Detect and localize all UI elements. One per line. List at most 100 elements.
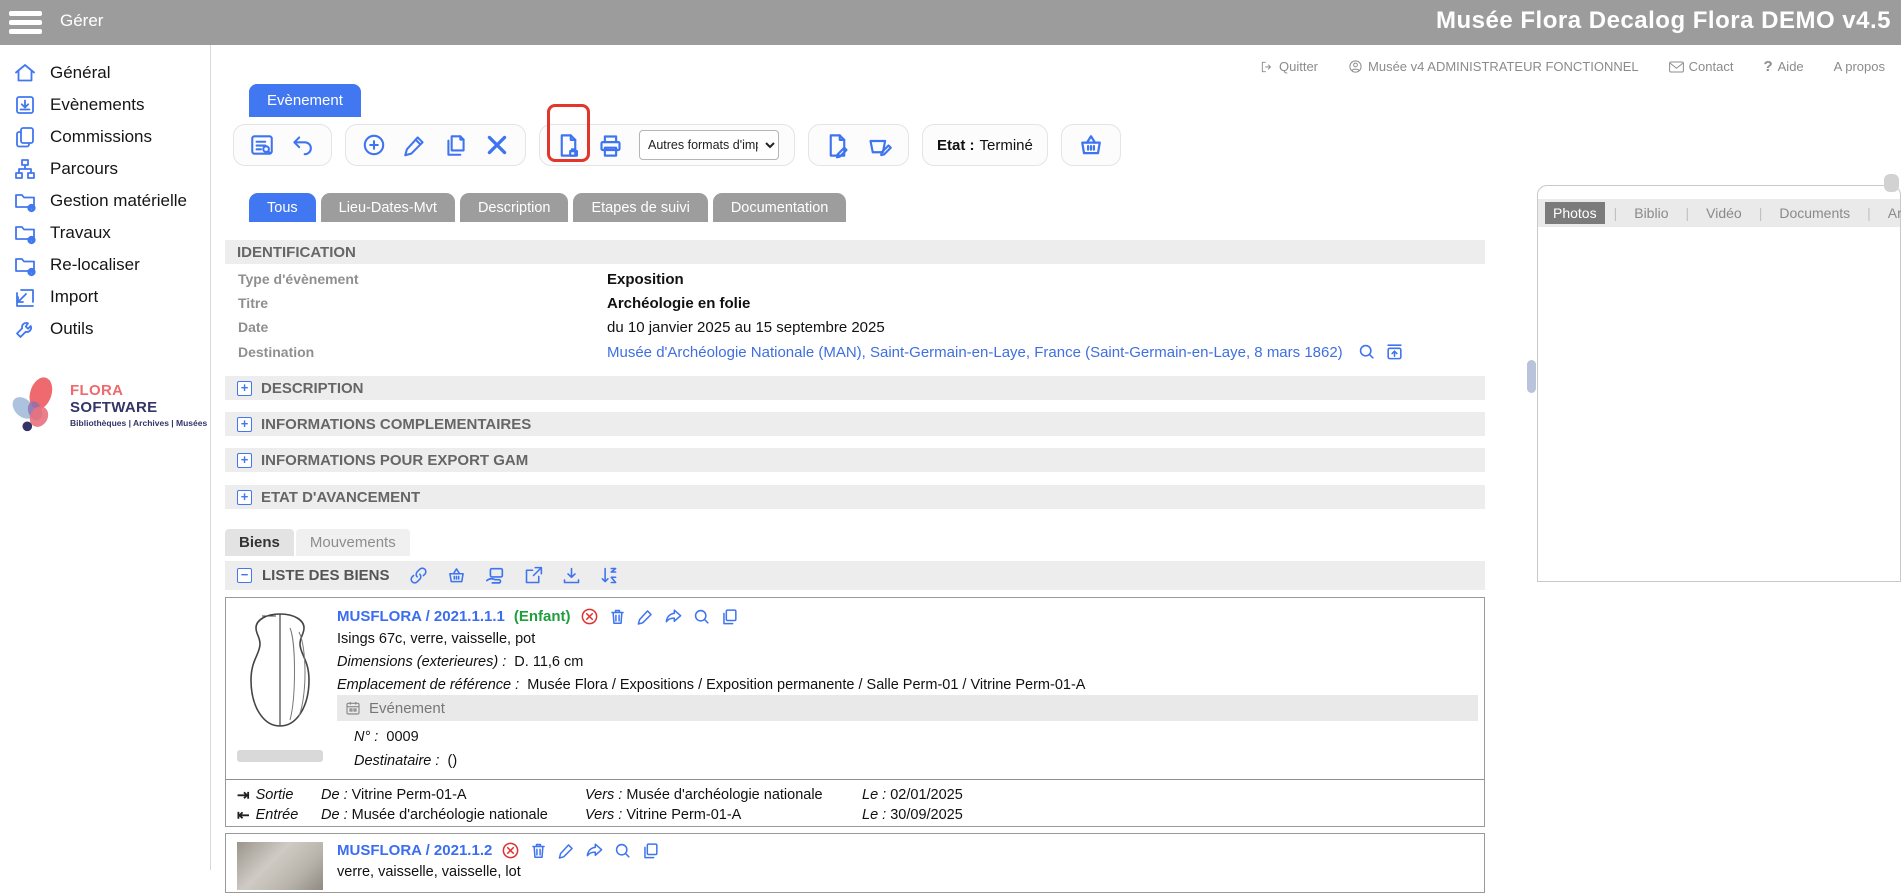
clipboard-icon	[13, 125, 37, 149]
media-panel: Photos | Biblio | Vidéo | Documents | Ar…	[1537, 185, 1901, 582]
sidebar-item-import[interactable]: Import	[0, 281, 210, 313]
folder-globe-icon	[13, 189, 37, 213]
search-icon[interactable]	[613, 841, 632, 860]
child-badge: (Enfant)	[514, 608, 571, 625]
sidebar-item-evenements[interactable]: Evènements	[0, 89, 210, 121]
about-link[interactable]: A propos	[1834, 59, 1885, 74]
add-circle-icon[interactable]	[361, 132, 387, 158]
edit-pencil-icon[interactable]	[557, 841, 576, 860]
document-annotate-icon[interactable]	[824, 132, 851, 159]
menu-icon[interactable]	[9, 11, 42, 34]
module-tab-evenement[interactable]: Evènement	[249, 84, 361, 117]
item-description: Isings 67c, verre, vaisselle, pot	[337, 631, 535, 647]
basket-icon[interactable]	[1077, 131, 1105, 159]
exit-icon	[1260, 60, 1274, 74]
expand-plus-icon[interactable]: +	[237, 453, 252, 468]
tab-etapes-de-suivi[interactable]: Etapes de suivi	[573, 193, 707, 222]
basket-edit-icon[interactable]	[866, 132, 893, 159]
item-thumbnail-pot[interactable]	[237, 606, 323, 745]
tab-video[interactable]: Vidéo	[1698, 202, 1750, 224]
import-icon	[13, 285, 37, 309]
movement-row-sortie: ⇥Sortie De : Vitrine Perm-01-A Vers : Mu…	[237, 785, 1477, 805]
destination-open-icon[interactable]	[1385, 342, 1404, 361]
scrollbar-thumb[interactable]	[1884, 174, 1899, 192]
item-description: verre, vaisselle, vaisselle, lot	[337, 864, 521, 880]
media-tabs: Photos | Biblio | Vidéo | Documents | Ar…	[1538, 199, 1900, 227]
hand-card-icon[interactable]	[484, 565, 506, 587]
remove-circle-icon[interactable]	[501, 841, 520, 860]
tab-description[interactable]: Description	[460, 193, 569, 222]
item-thumbnail-photo[interactable]	[237, 842, 323, 890]
tab-archives[interactable]: Archives	[1880, 202, 1901, 224]
share-arrow-icon[interactable]	[664, 607, 683, 626]
duplicate-icon[interactable]	[641, 841, 660, 860]
help-icon: ?	[1763, 58, 1772, 75]
tab-documents[interactable]: Documents	[1771, 202, 1858, 224]
sidebar-item-general[interactable]: Général	[0, 57, 210, 89]
wrench-icon	[13, 317, 37, 341]
tab-lieu-dates-mvt[interactable]: Lieu-Dates-Mvt	[321, 193, 455, 222]
expand-plus-icon[interactable]: +	[237, 490, 252, 505]
quit-link[interactable]: Quitter	[1260, 59, 1318, 74]
field-row-destination: Destination Musée d'Archéologie National…	[225, 340, 1485, 364]
expand-plus-icon[interactable]: +	[237, 381, 252, 396]
expand-plus-icon[interactable]: +	[237, 417, 252, 432]
sidebar-item-travaux[interactable]: Travaux	[0, 217, 210, 249]
etat-value: Terminé	[980, 137, 1033, 154]
external-link-icon[interactable]	[523, 565, 544, 586]
record-tabs: Tous Lieu-Dates-Mvt Description Etapes d…	[249, 193, 846, 222]
user-icon	[1348, 59, 1363, 74]
share-arrow-icon[interactable]	[585, 841, 604, 860]
download-icon[interactable]	[561, 565, 582, 586]
collapse-minus-icon[interactable]: −	[237, 568, 252, 583]
edit-pencil-icon[interactable]	[402, 132, 428, 158]
brand-tagline: Bibliothèques | Archives | Musées	[70, 418, 210, 428]
tab-biblio[interactable]: Biblio	[1626, 202, 1676, 224]
item-title-link[interactable]: MUSFLORA / 2021.1.2	[337, 842, 492, 859]
menu-label[interactable]: Gérer	[60, 11, 103, 31]
print-format-select[interactable]: Autres formats d'impression...	[639, 130, 779, 160]
duplicate-icon[interactable]	[720, 607, 739, 626]
help-link[interactable]: ? Aide	[1763, 58, 1803, 75]
delete-x-icon[interactable]	[484, 132, 510, 158]
sort-az-icon[interactable]	[599, 565, 620, 586]
printer-icon[interactable]	[597, 132, 624, 159]
destination-search-icon[interactable]	[1357, 342, 1376, 361]
search-icon[interactable]	[692, 607, 711, 626]
item-dimensions: Dimensions (exterieures) : D. 11,6 cm	[337, 654, 583, 670]
tab-documentation[interactable]: Documentation	[713, 193, 847, 222]
print-document-icon[interactable]	[555, 132, 582, 159]
sidebar-item-relocaliser[interactable]: Re-localiser	[0, 249, 210, 281]
folder-globe-icon	[13, 253, 37, 277]
sitemap-icon	[13, 157, 37, 181]
tab-photos[interactable]: Photos	[1545, 202, 1605, 224]
sidebar-item-outils[interactable]: Outils	[0, 313, 210, 345]
field-row-date: Date du 10 janvier 2025 au 15 septembre …	[225, 315, 1485, 339]
section-infos-complementaires-header: + INFORMATIONS COMPLEMENTAIRES	[225, 412, 1485, 436]
remove-circle-icon[interactable]	[580, 607, 599, 626]
duplicate-icon[interactable]	[443, 132, 469, 158]
trash-icon[interactable]	[608, 607, 627, 626]
sidebar-item-commissions[interactable]: Commissions	[0, 121, 210, 153]
sidebar-item-parcours[interactable]: Parcours	[0, 153, 210, 185]
movement-out-icon: ⇥	[237, 786, 250, 804]
tab-tous[interactable]: Tous	[249, 193, 316, 222]
panel-collapse-handle[interactable]	[1527, 360, 1536, 393]
tab-mouvements[interactable]: Mouvements	[296, 529, 410, 556]
item-title-link[interactable]: MUSFLORA / 2021.1.1.1	[337, 608, 505, 625]
trash-icon[interactable]	[529, 841, 548, 860]
view-list-search-icon[interactable]	[249, 132, 275, 158]
undo-icon[interactable]	[290, 132, 316, 158]
basket-icon[interactable]	[446, 565, 467, 586]
flora-flower-icon	[6, 375, 66, 435]
tab-biens[interactable]: Biens	[225, 529, 294, 556]
destination-link[interactable]: Musée d'Archéologie Nationale (MAN), Sai…	[607, 344, 1343, 361]
link-icon[interactable]	[408, 565, 429, 586]
mail-icon	[1669, 61, 1684, 73]
edit-pencil-icon[interactable]	[636, 607, 655, 626]
sidebar: Général Evènements Commissions Parcours …	[0, 45, 211, 870]
item-destinataire: Destinataire : ()	[354, 753, 457, 769]
user-link[interactable]: Musée v4 ADMINISTRATEUR FONCTIONNEL	[1348, 59, 1639, 74]
sidebar-item-gestion-materielle[interactable]: Gestion matérielle	[0, 185, 210, 217]
contact-link[interactable]: Contact	[1669, 59, 1734, 74]
